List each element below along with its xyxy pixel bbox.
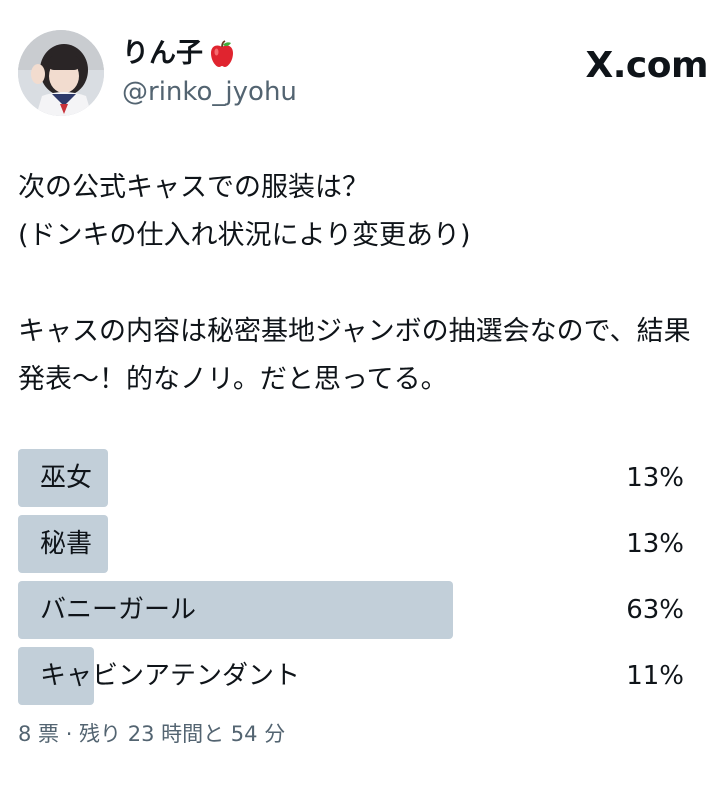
poll-option[interactable]: キャビンアテンダント 11% <box>18 647 684 705</box>
poll-option-label: 秘書 <box>40 529 93 559</box>
author-handle[interactable]: @rinko_jyohu <box>122 74 297 110</box>
author-names: りん子 @rinko_jyohu <box>122 36 297 110</box>
poll-option-label: キャビンアテンダント <box>40 661 301 691</box>
avatar[interactable] <box>18 30 104 116</box>
poll-option-label: 巫女 <box>40 463 93 493</box>
poll-option-percent: 11% <box>626 661 684 691</box>
poll-option-percent: 13% <box>626 529 684 559</box>
poll-option-percent: 63% <box>626 595 684 625</box>
author-display-name[interactable]: りん子 <box>122 36 297 72</box>
poll-meta: 8 票 · 残り 23 時間と 54 分 <box>18 722 286 746</box>
poll: 巫女 13% 秘書 13% バニーガール 63% キャビンアテンダント 11% <box>18 449 684 713</box>
poll-option-percent: 13% <box>626 463 684 493</box>
tweet-header: りん子 @rinko_jyohu X.com <box>18 30 708 116</box>
x-com-logo[interactable]: X.com <box>585 44 708 88</box>
poll-option[interactable]: 巫女 13% <box>18 449 684 507</box>
avatar-image <box>18 30 104 116</box>
poll-option-label: バニーガール <box>40 595 197 625</box>
poll-option[interactable]: バニーガール 63% <box>18 581 684 639</box>
poll-option[interactable]: 秘書 13% <box>18 515 684 573</box>
tweet-text: 次の公式キャスでの服装は？ (ドンキの仕入れ状況により変更あり) キャスの内容は… <box>18 172 691 395</box>
author-display-name-text: りん子 <box>122 38 203 69</box>
red-apple-icon <box>207 39 237 69</box>
